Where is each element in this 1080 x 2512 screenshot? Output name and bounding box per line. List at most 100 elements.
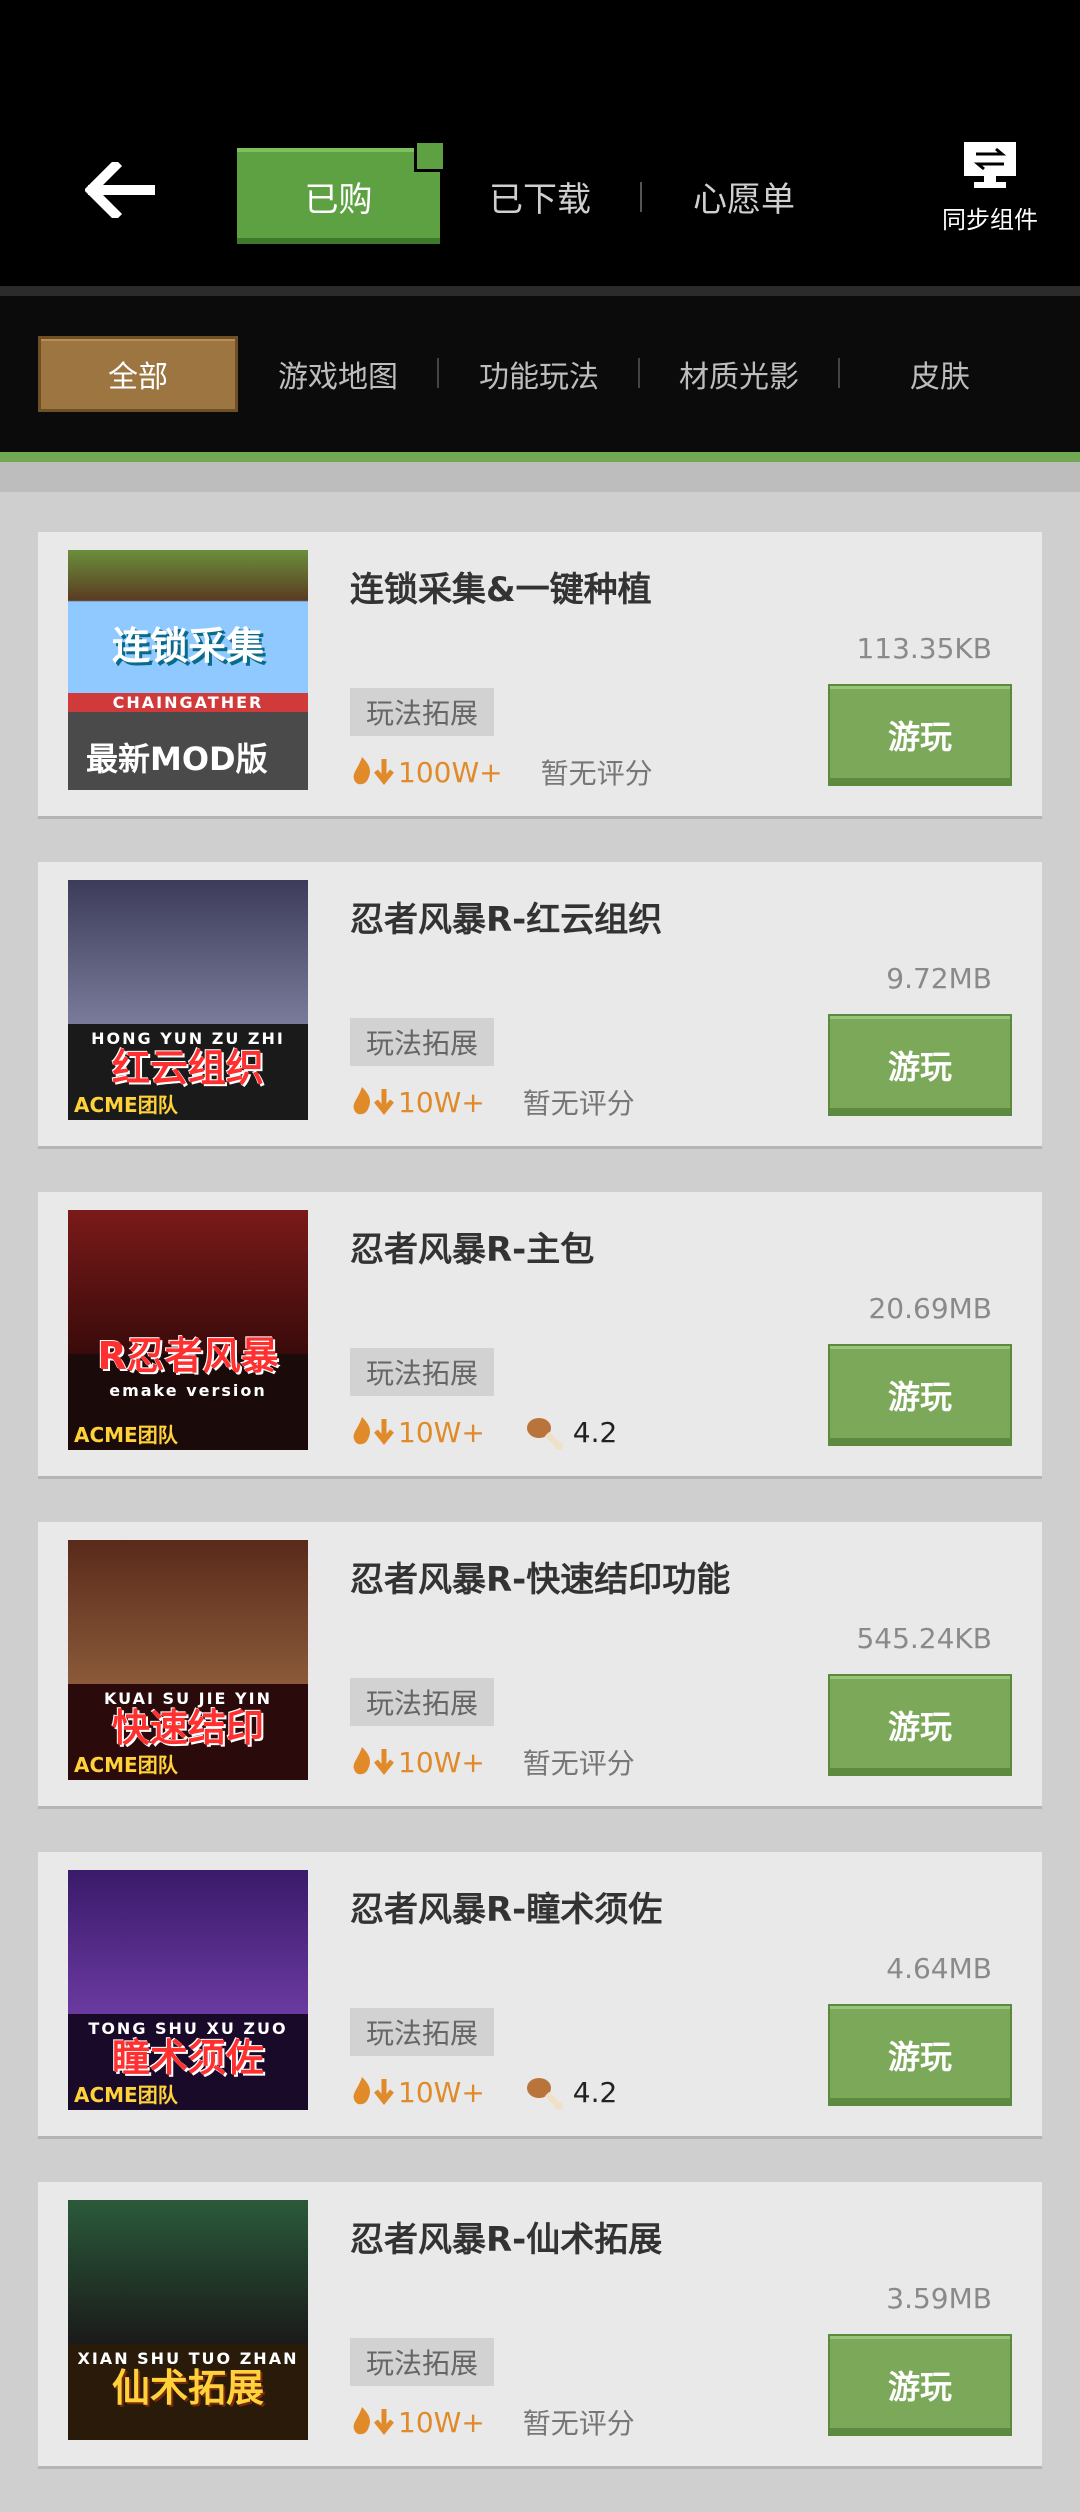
- download-count-label: 10W+: [398, 1745, 485, 1779]
- item-rating: 暂无评分: [541, 752, 653, 792]
- item-title: 忍者风暴R-瞳术须佐: [350, 1890, 663, 1930]
- play-button[interactable]: 游玩: [828, 684, 1012, 786]
- item-tag: 玩法拓展: [350, 1678, 495, 1726]
- category-textures-shaders[interactable]: 材质光影: [659, 336, 819, 412]
- category-all-label: 全部: [108, 360, 168, 395]
- download-count: 10W+: [350, 2075, 485, 2109]
- tab-corner-decoration: [414, 140, 446, 172]
- fire-download-icon: [353, 2407, 394, 2436]
- item-thumbnail: HONG YUN ZU ZHI 红云组织 ACME团队: [68, 880, 308, 1120]
- item-stats: 10W+ 暂无评分: [350, 2400, 635, 2444]
- play-button[interactable]: 游玩: [828, 2334, 1012, 2436]
- category-textures-shaders-label: 材质光影: [679, 360, 799, 395]
- thumbnail-title: 瞳术须佐: [111, 2036, 264, 2080]
- item-stats: 10W+ 暂无评分: [350, 1740, 635, 1784]
- download-count: 10W+: [350, 1745, 485, 1779]
- thumbnail-footer: ACME团队: [74, 1423, 178, 1447]
- item-rating: 暂无评分: [523, 1742, 635, 1782]
- tab-purchased-label: 已购: [304, 179, 373, 220]
- category-accent-line: [0, 452, 1080, 462]
- tab-divider: [640, 182, 642, 212]
- thumbnail-footer: ACME团队: [74, 1093, 178, 1117]
- category-divider: [838, 358, 840, 388]
- play-button[interactable]: 游玩: [828, 1344, 1012, 1446]
- fire-download-icon: [353, 757, 394, 786]
- category-gameplay-label: 功能玩法: [479, 360, 599, 395]
- item-tag: 玩法拓展: [350, 2008, 495, 2056]
- thumbnail-title: 快速结印: [111, 1706, 264, 1750]
- fire-download-icon: [353, 2077, 394, 2106]
- sync-icon: [964, 142, 1016, 188]
- thumbnail-footer: ACME团队: [74, 1753, 178, 1777]
- rating-label: 4.2: [572, 1415, 618, 1449]
- list-item[interactable]: XIAN SHU TUO ZHAN 仙术拓展 忍者风暴R-仙术拓展 3.59MB…: [38, 2182, 1042, 2466]
- thumbnail-title: 连锁采集: [111, 624, 264, 668]
- item-title: 连锁采集&一键种植: [350, 570, 652, 610]
- header-divider: [0, 286, 1080, 296]
- item-thumbnail: XIAN SHU TUO ZHAN 仙术拓展: [68, 2200, 308, 2440]
- item-size: 3.59MB: [886, 2282, 992, 2315]
- category-game-maps[interactable]: 游戏地图: [258, 336, 418, 412]
- rating-label: 暂无评分: [522, 1747, 635, 1780]
- tab-purchased[interactable]: 已购: [237, 140, 446, 244]
- thumbnail-title: 红云组织: [111, 1046, 264, 1090]
- download-count: 100W+: [350, 755, 503, 789]
- rating-label: 暂无评分: [540, 757, 653, 790]
- download-count-label: 10W+: [398, 1415, 485, 1449]
- download-count: 10W+: [350, 2405, 485, 2439]
- download-count-label: 10W+: [398, 2405, 485, 2439]
- sync-components-button[interactable]: 同步组件: [930, 140, 1050, 235]
- category-shadow-line: [0, 462, 1080, 492]
- item-title: 忍者风暴R-快速结印功能: [350, 1560, 731, 1600]
- fire-download-icon: [353, 1417, 394, 1446]
- tab-downloaded-label: 已下载: [489, 179, 591, 220]
- play-button[interactable]: 游玩: [828, 1014, 1012, 1116]
- category-skins[interactable]: 皮肤: [860, 336, 1020, 412]
- back-button[interactable]: [80, 155, 160, 225]
- list-item[interactable]: TONG SHU XU ZUO 瞳术须佐 ACME团队 忍者风暴R-瞳术须佐 4…: [38, 1852, 1042, 2136]
- item-rating: 4.2: [523, 1414, 618, 1450]
- download-count: 10W+: [350, 1415, 485, 1449]
- rating-label: 4.2: [572, 2075, 618, 2109]
- fire-download-icon: [353, 1747, 394, 1776]
- item-thumbnail: KUAI SU JIE YIN 快速结印 ACME团队: [68, 1540, 308, 1780]
- tab-downloaded[interactable]: 已下载: [460, 148, 620, 244]
- item-size: 545.24KB: [856, 1622, 992, 1655]
- download-count-label: 100W+: [398, 755, 503, 789]
- list-item[interactable]: HONG YUN ZU ZHI 红云组织 ACME团队 忍者风暴R-红云组织 9…: [38, 862, 1042, 1146]
- thumbnail-subtitle: CHAINGATHER: [68, 693, 308, 712]
- thumbnail-title: R忍者风暴: [97, 1334, 279, 1378]
- play-button[interactable]: 游玩: [828, 1674, 1012, 1776]
- category-skins-label: 皮肤: [910, 360, 970, 395]
- tab-wishlist-label: 心愿单: [693, 179, 795, 220]
- item-title: 忍者风暴R-仙术拓展: [350, 2220, 663, 2260]
- rating-label: 暂无评分: [522, 2407, 635, 2440]
- list-item[interactable]: emake version R忍者风暴 ACME团队 忍者风暴R-主包 20.6…: [38, 1192, 1042, 1476]
- play-button[interactable]: 游玩: [828, 2004, 1012, 2106]
- download-count-label: 10W+: [398, 1085, 485, 1119]
- item-size: 113.35KB: [856, 632, 992, 665]
- sync-label: 同步组件: [942, 206, 1038, 234]
- drumstick-icon: [526, 1418, 563, 1450]
- item-title: 忍者风暴R-红云组织: [350, 900, 663, 940]
- item-tag: 玩法拓展: [350, 1348, 495, 1396]
- category-gameplay[interactable]: 功能玩法: [459, 336, 619, 412]
- thumbnail-footer: ACME团队: [74, 2083, 178, 2107]
- item-thumbnail: TONG SHU XU ZUO 瞳术须佐 ACME团队: [68, 1870, 308, 2110]
- tab-wishlist[interactable]: 心愿单: [664, 148, 824, 244]
- drumstick-icon: [526, 2078, 563, 2110]
- category-all[interactable]: 全部: [38, 336, 238, 412]
- item-title: 忍者风暴R-主包: [350, 1230, 595, 1270]
- list-item[interactable]: KUAI SU JIE YIN 快速结印 ACME团队 忍者风暴R-快速结印功能…: [38, 1522, 1042, 1806]
- item-tag: 玩法拓展: [350, 1018, 495, 1066]
- thumbnail-footer: 最新MOD版: [86, 740, 268, 778]
- thumbnail-subtitle: emake version: [109, 1381, 267, 1400]
- item-thumbnail: CHAINGATHER 连锁采集 最新MOD版: [68, 550, 308, 790]
- item-tag: 玩法拓展: [350, 688, 495, 736]
- item-stats: 10W+ 4.2: [350, 1410, 617, 1454]
- thumbnail-title: 仙术拓展: [111, 2366, 264, 2410]
- list-item[interactable]: CHAINGATHER 连锁采集 最新MOD版 连锁采集&一键种植 113.35…: [38, 532, 1042, 816]
- download-count-label: 10W+: [398, 2075, 485, 2109]
- item-stats: 10W+ 暂无评分: [350, 1080, 635, 1124]
- item-rating: 暂无评分: [523, 1082, 635, 1122]
